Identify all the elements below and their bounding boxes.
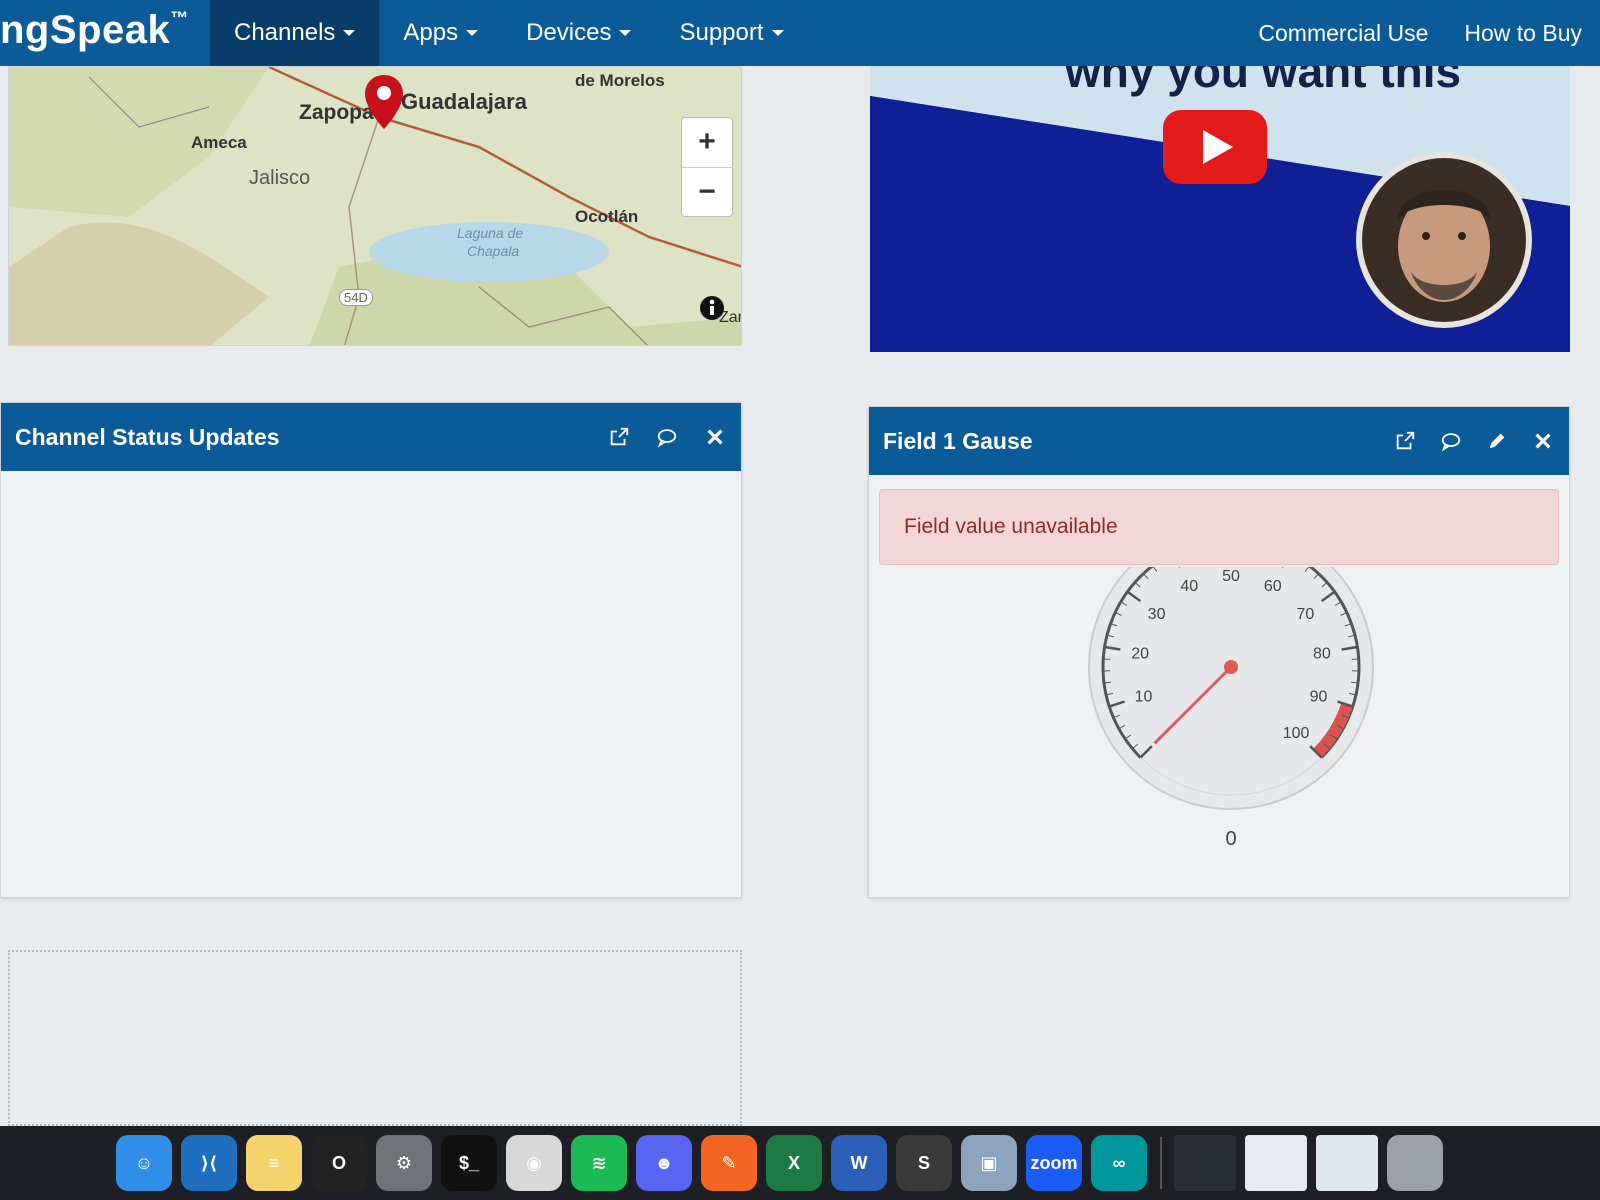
nav-apps[interactable]: Apps — [379, 0, 502, 66]
gauge-face — [1088, 567, 1374, 810]
recent-window-2-icon[interactable] — [1245, 1135, 1307, 1191]
panel-tools — [607, 425, 727, 449]
gauge-tick-label: 10 — [1135, 688, 1153, 705]
empty-widget-slot — [8, 950, 742, 1126]
nav-right-links: Commercial Use How to Buy — [1240, 0, 1600, 66]
channel-status-header: Channel Status Updates — [1, 403, 741, 471]
map-label-ocotlan: Ocotlán — [575, 207, 639, 226]
chevron-down-icon — [619, 30, 632, 36]
gauge-tick-label: 70 — [1297, 606, 1315, 623]
map-label-ameca: Ameca — [191, 133, 247, 152]
dock-separator — [1160, 1137, 1162, 1189]
nav-support[interactable]: Support — [655, 0, 807, 66]
opera-icon[interactable]: O — [311, 1135, 367, 1191]
external-link-icon[interactable] — [607, 425, 631, 449]
close-icon[interactable] — [1531, 429, 1555, 453]
macos-dock: ☺ ⟩⟨ ≡ O ⚙ $_ ◉ ≋ ☻ ✎ X W S ▣ zoom ∞ — [0, 1126, 1600, 1200]
brand-text: ngSpeak — [0, 7, 171, 52]
gauge-needle-hub — [1224, 660, 1238, 674]
chevron-down-icon — [771, 30, 784, 36]
terminal-icon[interactable]: $_ — [441, 1135, 497, 1191]
zoom-in-button[interactable]: + — [682, 118, 732, 168]
youtube-play-icon[interactable] — [1163, 110, 1267, 184]
system-settings-icon[interactable]: ⚙ — [376, 1135, 432, 1191]
trash-icon[interactable] — [1387, 1135, 1443, 1191]
field-gauge-panel: Field 1 Gause Field value unavailable 10… — [868, 406, 1570, 898]
map-pin-icon[interactable] — [363, 73, 405, 131]
brand-trademark: ™ — [170, 7, 189, 28]
panel-tools — [1393, 429, 1555, 453]
gauge-tick-label: 40 — [1180, 578, 1198, 595]
map-label-laguna-1: Laguna de — [457, 225, 524, 241]
gauge-tick-label: 100 — [1283, 725, 1310, 742]
chevron-down-icon — [343, 30, 356, 36]
chevron-down-icon — [466, 30, 479, 36]
gauge-tick-label: 30 — [1148, 606, 1166, 623]
map-label-laguna-2: Chapala — [467, 243, 520, 259]
nav-channels-label: Channels — [234, 19, 336, 46]
preview-icon[interactable]: ▣ — [961, 1135, 1017, 1191]
nav-commercial-use[interactable]: Commercial Use — [1240, 0, 1446, 66]
external-link-icon[interactable] — [1393, 429, 1417, 453]
zoom-icon[interactable]: zoom — [1026, 1135, 1082, 1191]
spotify-icon[interactable]: ≋ — [571, 1135, 627, 1191]
comment-icon[interactable] — [1439, 429, 1463, 453]
gauge-tick-label: 20 — [1131, 646, 1149, 663]
arduino-icon[interactable]: ∞ — [1091, 1135, 1147, 1191]
gauge-value-label: 0 — [1225, 828, 1236, 850]
top-navbar: ngSpeak™ Channels Apps Devices Support C… — [0, 0, 1600, 66]
nav-devices-label: Devices — [526, 19, 612, 46]
nav-how-to-buy[interactable]: How to Buy — [1446, 0, 1600, 66]
field-unavailable-alert: Field value unavailable — [879, 489, 1559, 565]
gauge-tick-label: 60 — [1264, 578, 1282, 595]
gauge-tick-label: 90 — [1310, 688, 1328, 705]
zoom-out-button[interactable]: − — [682, 168, 732, 217]
field-gauge: 10 20 30 40 50 60 70 80 90 100 0 — [1088, 567, 1374, 850]
excel-icon[interactable]: X — [766, 1135, 822, 1191]
gauge-tick-label: 50 — [1222, 568, 1240, 585]
video-title-text: why you want this — [1065, 66, 1462, 97]
discord-icon[interactable]: ☻ — [636, 1135, 692, 1191]
finder-icon[interactable]: ☺ — [116, 1135, 172, 1191]
map-label-jalisco: Jalisco — [249, 167, 311, 189]
map-label-de-morelos: de Morelos — [575, 71, 665, 90]
info-icon[interactable] — [699, 295, 725, 321]
panel-title: Channel Status Updates — [15, 423, 280, 450]
screenshot-icon[interactable]: ◉ — [506, 1135, 562, 1191]
recent-window-1-icon[interactable] — [1174, 1135, 1236, 1191]
map-label-road: 54D — [339, 289, 373, 306]
location-map[interactable]: Guadalajara Zapopa Ameca Jalisco de More… — [8, 66, 742, 346]
map-label-guadalajara: Guadalajara — [401, 89, 527, 114]
pencil-app-icon[interactable]: ✎ — [701, 1135, 757, 1191]
sublime-icon[interactable]: S — [896, 1135, 952, 1191]
gauge-tick-label: 80 — [1313, 646, 1331, 663]
nav-support-label: Support — [679, 19, 764, 46]
notes-icon[interactable]: ≡ — [246, 1135, 302, 1191]
channel-status-panel: Channel Status Updates — [0, 402, 742, 898]
word-icon[interactable]: W — [831, 1135, 887, 1191]
brand-logo[interactable]: ngSpeak™ — [0, 8, 210, 53]
comment-icon[interactable] — [655, 425, 679, 449]
panel-title: Field 1 Gause — [883, 427, 1033, 454]
recent-window-3-icon[interactable] — [1316, 1135, 1378, 1191]
nav-channels[interactable]: Channels — [210, 0, 380, 66]
field-gauge-header: Field 1 Gause — [869, 407, 1569, 475]
nav-devices[interactable]: Devices — [502, 0, 655, 66]
close-icon[interactable] — [703, 425, 727, 449]
pencil-icon[interactable] — [1485, 429, 1509, 453]
avatar — [1356, 152, 1532, 328]
nav-apps-label: Apps — [403, 19, 459, 46]
video-thumbnail[interactable]: why you want this — [870, 66, 1570, 352]
vscode-icon[interactable]: ⟩⟨ — [181, 1135, 237, 1191]
map-zoom-control: + − — [681, 117, 733, 217]
